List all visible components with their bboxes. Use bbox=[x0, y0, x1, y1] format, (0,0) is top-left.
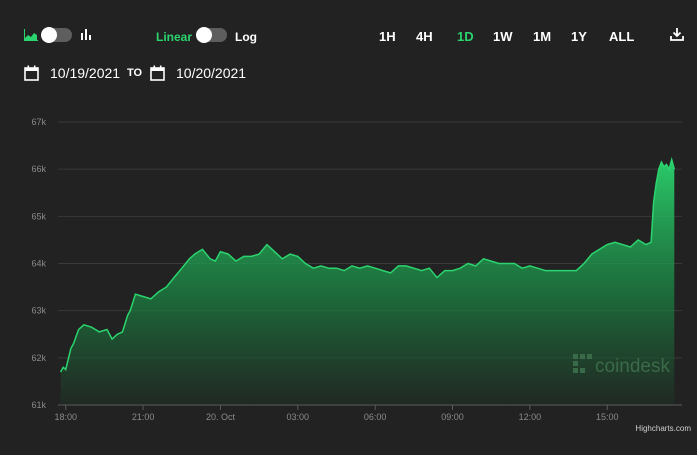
range-button-1w[interactable]: 1W bbox=[493, 29, 513, 44]
area-chart-icon[interactable] bbox=[24, 28, 38, 46]
y-tick-label: 66k bbox=[31, 164, 46, 174]
range-button-4h[interactable]: 4H bbox=[416, 29, 433, 44]
x-tick-label: 21:00 bbox=[132, 412, 155, 422]
range-button-1d[interactable]: 1D bbox=[457, 29, 474, 44]
range-button-1y[interactable]: 1Y bbox=[571, 29, 587, 44]
calendar-icon[interactable] bbox=[150, 65, 165, 86]
scale-toggle-knob bbox=[196, 27, 212, 43]
range-button-1m[interactable]: 1M bbox=[533, 29, 551, 44]
y-tick-label: 65k bbox=[31, 211, 46, 221]
range-button-all[interactable]: ALL bbox=[609, 29, 634, 44]
x-tick-label: 03:00 bbox=[287, 412, 310, 422]
log-scale-label[interactable]: Log bbox=[235, 30, 257, 44]
y-tick-label: 61k bbox=[31, 400, 46, 410]
date-to-field[interactable]: 10/20/2021 bbox=[176, 65, 246, 81]
date-range-picker: 10/19/2021 TO 10/20/2021 bbox=[0, 62, 400, 86]
x-tick-label: 18:00 bbox=[54, 412, 77, 422]
y-tick-label: 67k bbox=[31, 117, 46, 127]
price-chart: 61k 62k 63k 64k 65k 66k 67k 18:00 21:00 20. Oct 03… bbox=[31, 117, 682, 422]
x-tick-label: 15:00 bbox=[596, 412, 619, 422]
y-tick-label: 64k bbox=[31, 259, 46, 269]
date-from-field[interactable]: 10/19/2021 bbox=[50, 65, 120, 81]
chart-type-toggle[interactable] bbox=[41, 27, 72, 43]
chart-type-toggle-knob bbox=[41, 27, 57, 43]
scale-toggle[interactable] bbox=[196, 27, 227, 43]
x-tick-label: 20. Oct bbox=[206, 412, 236, 422]
x-tick-label: 12:00 bbox=[519, 412, 542, 422]
x-tick-label: 06:00 bbox=[364, 412, 387, 422]
chart-credits[interactable]: Highcharts.com bbox=[635, 424, 691, 433]
download-icon[interactable] bbox=[670, 27, 684, 47]
x-tick-label: 09:00 bbox=[441, 412, 464, 422]
y-tick-label: 63k bbox=[31, 306, 46, 316]
chart-toolbar: Linear Log 1H 4H 1D 1W 1M 1Y ALL bbox=[0, 0, 697, 56]
range-button-1h[interactable]: 1H bbox=[379, 29, 396, 44]
watermark-text: coindesk bbox=[595, 356, 670, 377]
calendar-icon[interactable] bbox=[24, 65, 39, 86]
bar-chart-icon[interactable] bbox=[80, 28, 92, 46]
date-range-separator: TO bbox=[127, 67, 143, 79]
y-tick-label: 62k bbox=[31, 353, 46, 363]
linear-scale-label[interactable]: Linear bbox=[156, 30, 192, 44]
